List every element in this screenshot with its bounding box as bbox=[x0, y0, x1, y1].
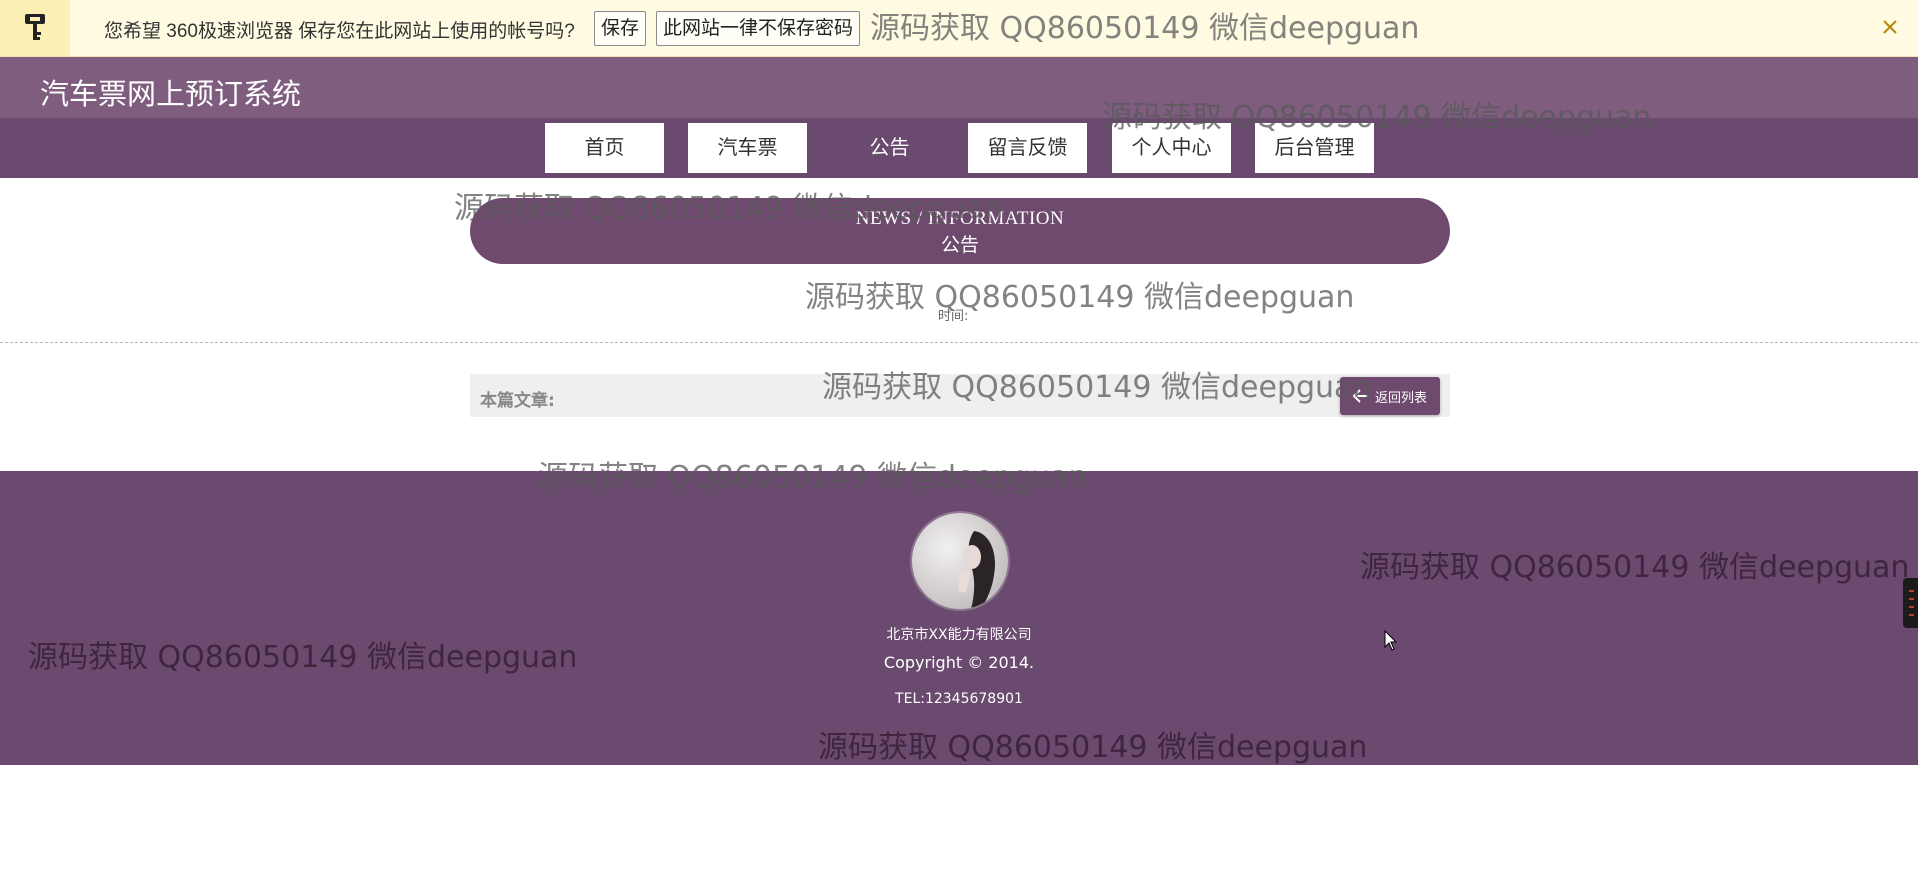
article-time-label: 时间: bbox=[938, 309, 969, 324]
section-title-banner: NEWS / INFORMATION 公告 bbox=[470, 198, 1450, 264]
nav-item-user-center[interactable]: 个人中心 bbox=[1112, 123, 1231, 173]
save-password-button[interactable]: 保存 bbox=[594, 11, 647, 46]
back-to-list-button[interactable]: 返回列表 bbox=[1340, 377, 1440, 415]
password-save-message: 您希望 360极速浏览器 保存您在此网站上使用的帐号吗? bbox=[104, 21, 575, 42]
watermark: 源码获取 QQ86050149 微信deepguan bbox=[805, 280, 1355, 315]
main-nav: 首页 汽车票 公告 留言反馈 个人中心 后台管理 bbox=[0, 118, 1918, 178]
dashed-divider bbox=[0, 342, 1918, 343]
site-header: 汽车票网上预订系统 bbox=[0, 57, 1918, 118]
close-icon[interactable] bbox=[1877, 14, 1903, 40]
never-save-password-button[interactable]: 此网站一律不保存密码 bbox=[656, 11, 861, 46]
mouse-cursor-icon bbox=[1384, 629, 1398, 656]
password-save-bar: 您希望 360极速浏览器 保存您在此网站上使用的帐号吗? 保存 此网站一律不保存… bbox=[0, 0, 1918, 57]
company-name: 北京市XX能力有限公司 bbox=[886, 627, 1032, 643]
back-to-list-label: 返回列表 bbox=[1374, 390, 1427, 406]
nav-item-admin[interactable]: 后台管理 bbox=[1255, 123, 1374, 173]
company-avatar bbox=[910, 511, 1010, 611]
copyright-text: Copyright © 2014. bbox=[883, 653, 1035, 672]
arrow-left-icon bbox=[1352, 389, 1369, 403]
nav-item-home[interactable]: 首页 bbox=[545, 123, 664, 173]
section-title-cn: 公告 bbox=[940, 235, 979, 256]
side-widget-handle[interactable] bbox=[1903, 578, 1918, 628]
nav-item-bus-tickets[interactable]: 汽车票 bbox=[688, 123, 807, 173]
telephone-text: TEL:12345678901 bbox=[895, 691, 1023, 707]
nav-item-announcements[interactable]: 公告 bbox=[830, 123, 949, 173]
nav-item-feedback[interactable]: 留言反馈 bbox=[968, 123, 1087, 173]
site-title: 汽车票网上预订系统 bbox=[40, 79, 302, 111]
article-nav-bar: 本篇文章: bbox=[470, 374, 1450, 417]
site-footer: 北京市XX能力有限公司 Copyright © 2014. TEL:123456… bbox=[0, 471, 1918, 765]
current-article-label: 本篇文章: bbox=[480, 391, 555, 411]
key-icon bbox=[0, 0, 70, 56]
section-title-en: NEWS / INFORMATION bbox=[855, 208, 1065, 229]
